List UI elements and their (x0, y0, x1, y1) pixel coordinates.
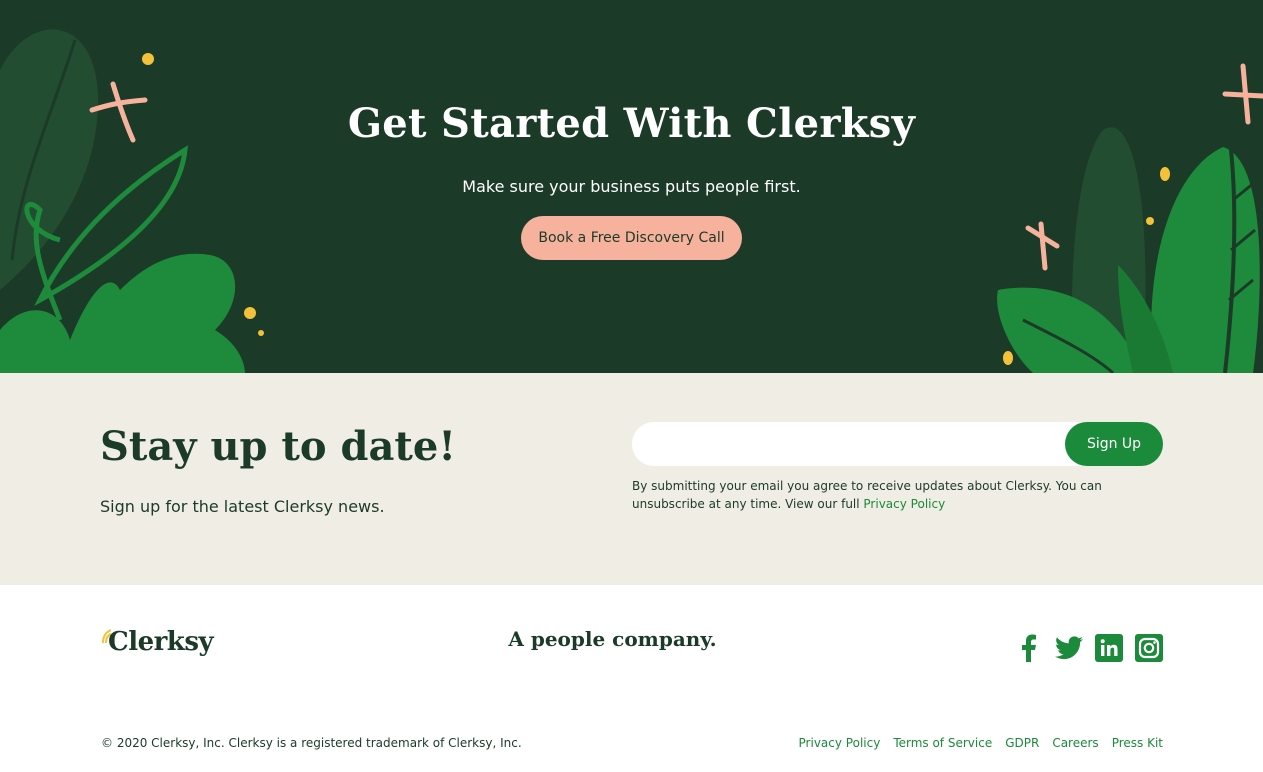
footer-link-gdpr[interactable]: GDPR (1005, 736, 1039, 750)
social-links (1015, 634, 1163, 662)
newsletter-title: Stay up to date! (100, 423, 456, 470)
instagram-link[interactable] (1135, 634, 1163, 662)
copyright-text: © 2020 Clerksy, Inc. Clerksy is a regist… (101, 736, 522, 750)
email-input[interactable] (632, 422, 1082, 466)
footer-link-privacy-policy[interactable]: Privacy Policy (799, 736, 881, 750)
email-signup-form: Sign Up (632, 422, 1163, 466)
signup-disclaimer: By submitting your email you agree to re… (632, 477, 1122, 513)
footer-link-press-kit[interactable]: Press Kit (1112, 736, 1163, 750)
newsletter-subtitle: Sign up for the latest Clerksy news. (100, 497, 385, 516)
footer-link-careers[interactable]: Careers (1052, 736, 1098, 750)
instagram-icon (1135, 634, 1163, 662)
linkedin-icon (1095, 634, 1123, 662)
footer: Clerksy A people company. © 2020 Clerksy… (0, 585, 1263, 772)
disclaimer-privacy-policy-link[interactable]: Privacy Policy (863, 497, 945, 511)
twitter-link[interactable] (1055, 634, 1083, 662)
footer-link-terms-of-service[interactable]: Terms of Service (893, 736, 992, 750)
twitter-icon (1055, 636, 1083, 660)
footer-links: Privacy Policy Terms of Service GDPR Car… (799, 736, 1163, 750)
facebook-icon (1022, 634, 1036, 662)
hero-subtitle: Make sure your business puts people firs… (462, 177, 801, 196)
hero-title: Get Started With Clerksy (347, 100, 916, 147)
facebook-link[interactable] (1015, 634, 1043, 662)
linkedin-link[interactable] (1095, 634, 1123, 662)
newsletter-section: Stay up to date! Sign up for the latest … (0, 373, 1263, 585)
sign-up-button[interactable]: Sign Up (1065, 422, 1163, 466)
hero-section: Get Started With Clerksy Make sure your … (0, 0, 1263, 373)
book-discovery-call-button[interactable]: Book a Free Discovery Call (521, 216, 742, 260)
